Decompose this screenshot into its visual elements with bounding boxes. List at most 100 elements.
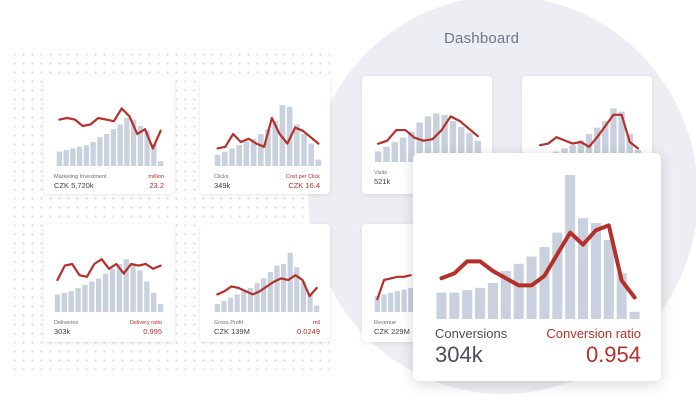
chart-bar (629, 311, 640, 319)
chart-bar (308, 143, 315, 166)
chart-bar (110, 129, 117, 166)
card-value-left: 304k (435, 342, 483, 367)
chart-bar (76, 146, 83, 166)
chart-bar (96, 278, 102, 312)
card-label-left: Revenue (374, 320, 397, 326)
chart-bar (513, 263, 524, 319)
chart-bar (565, 175, 576, 319)
metric-card-conversions[interactable]: Conversions 304k Conversion ratio 0.954 (413, 153, 661, 381)
card-label-left: Clicks (214, 174, 229, 180)
chart-bar (63, 150, 69, 166)
card-value-right: CZK 16.4 (288, 181, 320, 190)
chart-bar (314, 305, 320, 312)
chart-bar (221, 151, 228, 166)
chart-bar (102, 273, 109, 312)
card-value-right: 0.954 (585, 342, 641, 367)
chart-bar (221, 300, 227, 312)
chart-bar (287, 252, 293, 312)
metric-card-marketing-investment[interactable]: Marketing Investment CZK 5,720k million … (44, 76, 174, 194)
chart-bar (89, 281, 95, 312)
chart-bar (54, 294, 61, 312)
chart-bar (383, 146, 390, 162)
chart-bar (97, 137, 103, 166)
card-label-left: Visits (374, 170, 388, 176)
card-label-right: Delivery ratio (129, 320, 162, 326)
chart-bar (274, 265, 280, 312)
chart-bar (388, 292, 394, 312)
chart-line (56, 258, 162, 282)
metric-card-clicks[interactable]: Clicks 349k Cost per Click CZK 16.4 (200, 76, 330, 194)
card-label-right: million (148, 174, 164, 180)
dashboard-title: Dashboard (444, 30, 520, 47)
chart-bar (261, 278, 267, 312)
card-value-right: 0.995 (143, 327, 162, 336)
chart-bar (137, 270, 143, 312)
chart-bar (301, 134, 307, 166)
chart-bar (315, 159, 322, 166)
chart-bar (267, 272, 273, 312)
chart-bar (254, 283, 260, 312)
chart-bar (234, 294, 240, 312)
chart-bar (75, 288, 81, 312)
chart-bar (243, 142, 250, 166)
card-value-left: CZK 5,720k (54, 181, 94, 190)
chart-bar (475, 287, 486, 319)
chart-bar (151, 292, 157, 312)
chart-bar (436, 292, 447, 319)
chart-bar (229, 148, 235, 166)
chart-bar (90, 142, 96, 166)
card-value-left: 521k (374, 177, 391, 186)
metric-card-gross-profit[interactable]: Gross Profit CZK 139M mil 0.0249 (200, 224, 330, 342)
card-value-right: 23.2 (149, 181, 164, 190)
chart-bar (394, 291, 400, 312)
chart-bar (381, 294, 387, 312)
card-label-right: mil (312, 320, 320, 326)
chart-bar (241, 291, 247, 312)
card-value-left: 349k (214, 181, 231, 190)
chart-bar (526, 256, 537, 319)
chart-bar (294, 267, 300, 312)
chart-bar (144, 281, 150, 312)
chart-bar (307, 294, 313, 312)
chart-bar (157, 304, 164, 312)
chart-bar (82, 284, 88, 312)
chart-bar (236, 145, 243, 166)
chart-bar (157, 161, 164, 166)
chart-bar (280, 264, 287, 312)
card-label-left: Conversions (435, 326, 508, 341)
chart-bar (462, 290, 473, 319)
chart-bar (68, 291, 74, 312)
card-value-left: 303k (54, 327, 71, 336)
chart-bar (70, 148, 76, 166)
chart-bar (539, 247, 550, 319)
chart-bar (590, 223, 601, 319)
chart-bar (214, 154, 221, 166)
card-label-left: Deliveries (54, 320, 79, 326)
chart-bar (109, 268, 116, 312)
chart-bar (399, 137, 407, 162)
chart-bar (391, 142, 399, 162)
chart-bar (214, 304, 220, 312)
chart-bar (56, 151, 63, 166)
card-label-right: Cost per Click (285, 174, 320, 180)
chart-bar (61, 292, 67, 312)
chart-bar (374, 151, 382, 162)
card-label-left: Gross Profit (214, 320, 244, 326)
chart-bar (401, 289, 407, 312)
card-value-left: CZK 139M (214, 327, 250, 336)
card-value-right: 0.0249 (297, 327, 320, 336)
chart-bar (103, 134, 110, 166)
chart-bar (227, 297, 234, 312)
chart-bar (83, 145, 90, 166)
chart-bar (117, 124, 123, 166)
metric-card-deliveries[interactable]: Deliveries 303k Delivery ratio 0.995 (44, 224, 174, 342)
chart-bar (130, 264, 136, 312)
card-value-left: CZK 229M (374, 327, 410, 336)
chart-bar (487, 283, 498, 319)
chart-bar (124, 118, 130, 166)
card-label-left: Marketing Investment (54, 174, 107, 180)
chart-bar (578, 218, 589, 319)
chart-bar (603, 239, 614, 319)
card-label-right: Conversion ratio (546, 326, 641, 341)
chart-bar (257, 134, 264, 166)
